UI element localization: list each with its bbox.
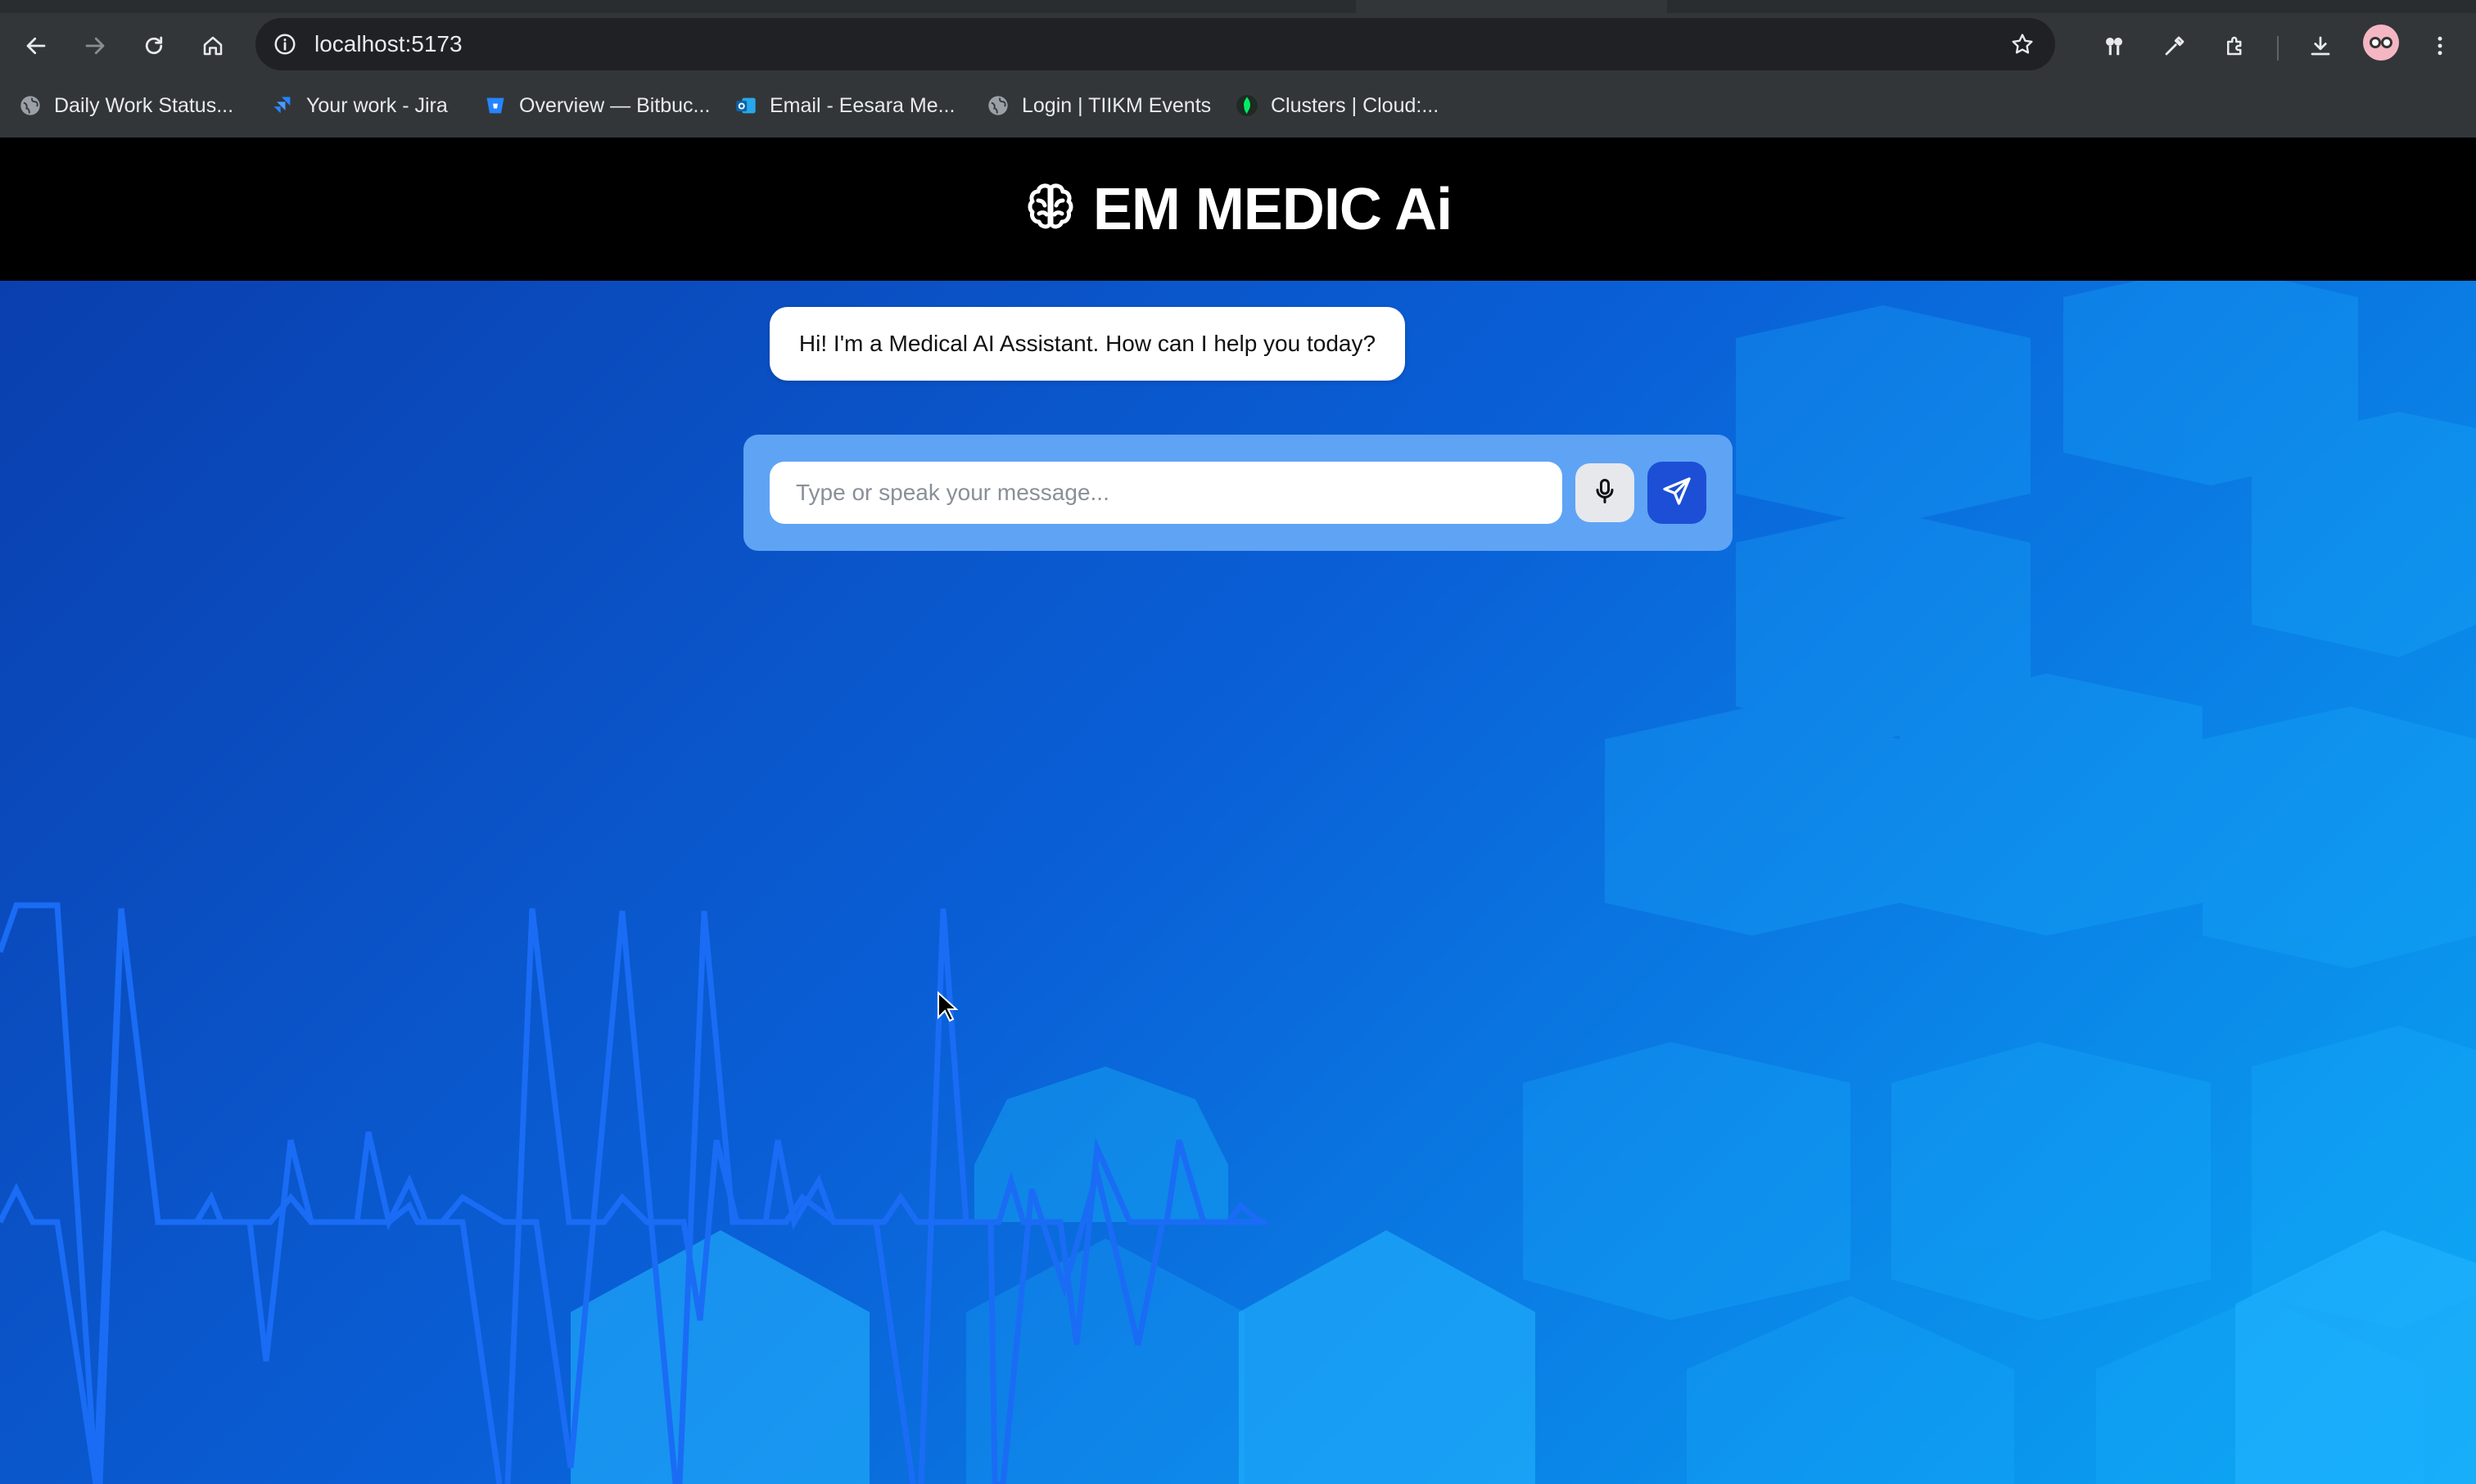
bookmarks-bar: Daily Work Status... Your work - Jira Ov… [0, 85, 2476, 126]
chat-area: Hi! I'm a Medical AI Assistant. How can … [0, 281, 2476, 1484]
message-composer [743, 435, 1733, 551]
bookmark-item[interactable]: Daily Work Status... [18, 85, 233, 126]
address-bar[interactable]: localhost:5173 [255, 18, 2055, 70]
bookmark-item[interactable]: Email - Eesara Me... [734, 85, 955, 126]
bookmark-label: Daily Work Status... [54, 93, 234, 117]
bookmark-label: Login | TIIKM Events [1022, 93, 1212, 117]
mouse-cursor-icon [937, 990, 959, 1026]
app-header: EM MEDIC Ai [0, 138, 2476, 281]
jira-icon [270, 93, 295, 118]
app-title: EM MEDIC Ai [1092, 176, 1453, 242]
bookmark-star-icon[interactable] [2004, 26, 2040, 62]
bookmark-item[interactable]: Login | TIIKM Events [986, 85, 1211, 126]
reload-icon[interactable] [136, 28, 172, 64]
toolbar-divider [2277, 36, 2279, 61]
browser-chrome: localhost:5173 Daily Work Status... Your… [0, 0, 2476, 138]
profile-avatar[interactable] [2363, 25, 2399, 61]
outlook-icon [734, 93, 758, 118]
eyedropper-icon[interactable] [2157, 28, 2193, 64]
tab-strip [0, 0, 2476, 13]
bookmark-label: Overview — Bitbuc... [519, 93, 711, 117]
back-icon[interactable] [18, 28, 54, 64]
active-tab[interactable] [1356, 0, 1667, 13]
microphone-button[interactable] [1575, 463, 1634, 522]
bookmark-label: Email - Eesara Me... [770, 93, 956, 117]
globe-icon [986, 93, 1010, 118]
assistant-greeting-text: Hi! I'm a Medical AI Assistant. How can … [798, 331, 1376, 356]
password-manager-icon[interactable] [2096, 28, 2132, 64]
forward-icon[interactable] [77, 28, 113, 64]
site-info-icon[interactable] [269, 28, 301, 61]
browser-toolbar: localhost:5173 [0, 13, 2476, 70]
microphone-icon [1590, 476, 1620, 510]
bookmark-label: Clusters | Cloud:... [1271, 93, 1439, 117]
bookmark-item[interactable]: Clusters | Cloud:... [1235, 85, 1439, 126]
menu-kebab-icon[interactable] [2422, 28, 2458, 64]
send-icon [1660, 475, 1693, 512]
globe-icon [18, 93, 43, 118]
bookmark-label: Your work - Jira [306, 93, 448, 117]
mongodb-leaf-icon [1235, 93, 1259, 118]
bookmark-item[interactable]: Your work - Jira [270, 85, 448, 126]
home-icon[interactable] [195, 28, 231, 64]
send-button[interactable] [1647, 462, 1706, 524]
extensions-puzzle-icon[interactable] [2217, 28, 2253, 64]
bitbucket-icon [483, 93, 508, 118]
bookmark-item[interactable]: Overview — Bitbuc... [483, 85, 710, 126]
message-input[interactable] [770, 462, 1562, 524]
brand: EM MEDIC Ai [1024, 176, 1453, 243]
download-icon[interactable] [2302, 28, 2338, 64]
assistant-message-bubble: Hi! I'm a Medical AI Assistant. How can … [770, 307, 1405, 381]
brain-icon [1024, 181, 1077, 237]
url-text[interactable]: localhost:5173 [314, 18, 463, 70]
